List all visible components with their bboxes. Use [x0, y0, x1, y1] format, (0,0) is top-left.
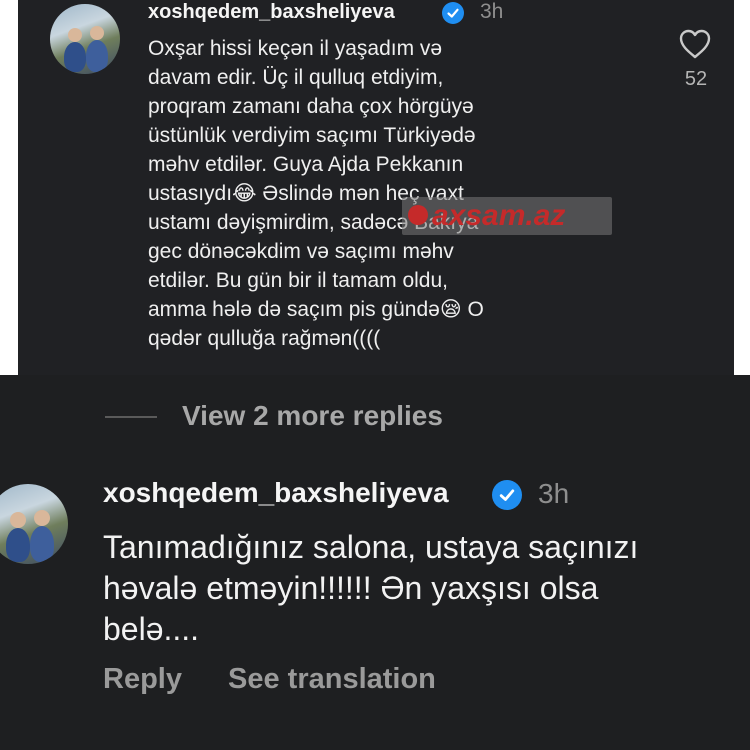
- comment-line: proqram zamanı daha çox hörgüyə: [148, 95, 474, 118]
- heart-icon[interactable]: [678, 28, 712, 60]
- verified-badge-icon: [442, 2, 464, 24]
- top-comment: xoshqedem_baxsheliyeva 3h Oxşar hissi ke…: [18, 0, 734, 375]
- comment-line: üstünlük verdiyim saçımı Türkiyədə: [148, 124, 476, 147]
- comment-text: Oxşar hissi keçən il yaşadım və davam ed…: [148, 34, 618, 353]
- reply-username[interactable]: xoshqedem_baxsheliyeva: [103, 477, 449, 509]
- reply-text: Tanımadığınız salona, ustaya saçınızı hə…: [103, 527, 703, 650]
- avatar[interactable]: [50, 4, 120, 74]
- comment-line: etdilər. Bu gün bir il tamam oldu,: [148, 269, 448, 292]
- watermark-text: axsam.az: [432, 199, 566, 232]
- comment-line: məhv etdilər. Guya Ajda Pekkanın: [148, 153, 464, 176]
- comment-line: gec dönəcəkdim və saçımı məhv: [148, 240, 454, 263]
- reply-line: belə....: [103, 611, 200, 647]
- reply-button[interactable]: Reply: [103, 663, 182, 696]
- reply-time: 3h: [538, 478, 570, 509]
- replies-divider: [105, 416, 157, 418]
- avatar[interactable]: [0, 484, 68, 564]
- comment-time: 3h: [480, 0, 504, 23]
- watermark: axsam.az: [402, 197, 612, 235]
- reply-line: həvalə etməyin!!!!!! Ən yaxşısı olsa: [103, 570, 599, 606]
- comment-line: davam edir. Üç il qulluq etdiyim,: [148, 66, 444, 89]
- comment-username[interactable]: xoshqedem_baxsheliyeva: [148, 1, 395, 24]
- comment-line: Oxşar hissi keçən il yaşadım və: [148, 37, 443, 60]
- comment-line: amma hələ də saçım pis gündə😪 O: [148, 298, 484, 321]
- verified-badge-icon: [492, 480, 522, 510]
- comment-line: qədər qulluğa rağmən((((: [148, 327, 381, 350]
- top-screenshot-panel: xoshqedem_baxsheliyeva 3h Oxşar hissi ke…: [0, 0, 750, 375]
- watermark-logo-icon: [408, 205, 428, 225]
- view-more-replies-button[interactable]: View 2 more replies: [182, 400, 443, 432]
- like-count: 52: [684, 68, 708, 90]
- see-translation-button[interactable]: See translation: [228, 663, 436, 696]
- reply-line: Tanımadığınız salona, ustaya saçınızı: [103, 529, 639, 565]
